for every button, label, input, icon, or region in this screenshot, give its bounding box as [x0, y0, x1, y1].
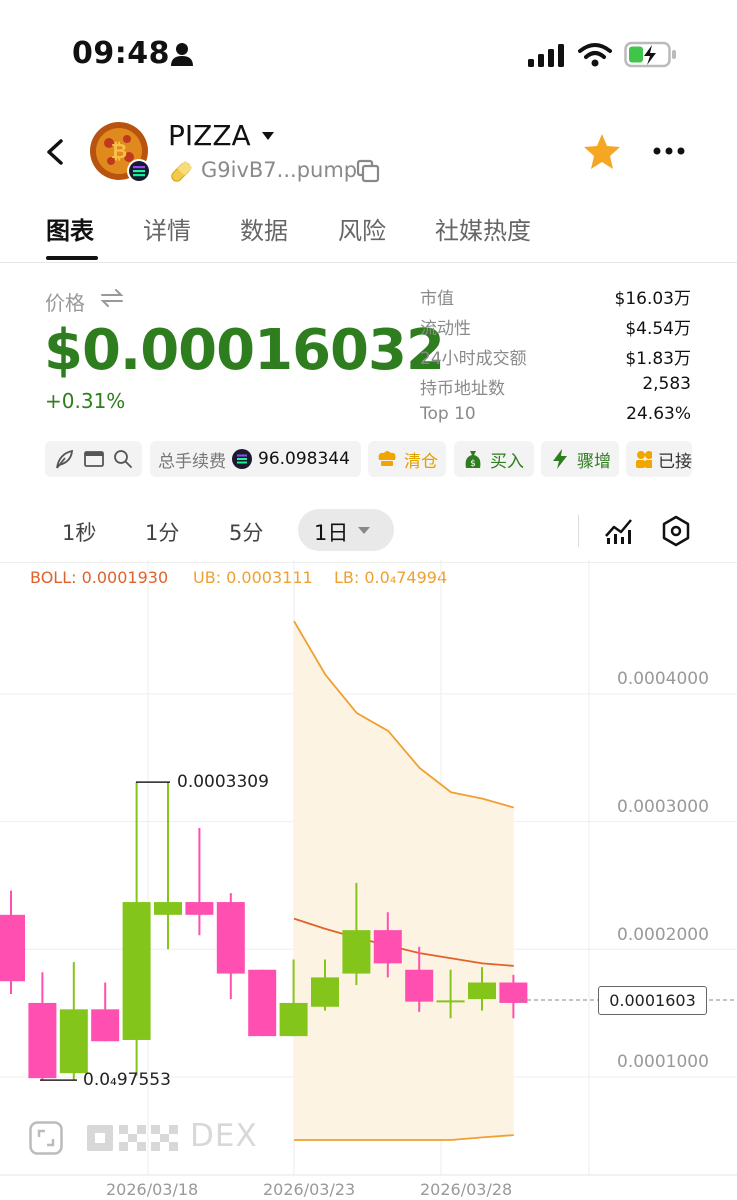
tab-risk[interactable]: 风险	[338, 211, 386, 246]
interval-1m[interactable]: 1分	[145, 517, 179, 547]
status-time: 09:48	[72, 36, 170, 71]
copy-icon[interactable]	[356, 159, 380, 183]
candle-body	[279, 1002, 308, 1037]
fullscreen-icon[interactable]	[29, 1121, 63, 1155]
stat-value-top10: 24.63%	[626, 404, 691, 424]
swap-arrows-icon[interactable]	[100, 288, 124, 308]
interval-1d[interactable]: 1日	[314, 517, 348, 547]
back-chevron-icon[interactable]	[44, 138, 66, 166]
candle-body	[216, 902, 245, 974]
stat-value-market-cap: $16.03万	[614, 289, 691, 309]
price-value: $0.00016032	[44, 318, 445, 383]
candle-body	[91, 1009, 120, 1042]
price-change: +0.31%	[45, 389, 126, 413]
low-label: 0.0₄97553	[83, 1070, 171, 1090]
stat-value-liquidity: $4.54万	[625, 319, 691, 339]
candle-body	[468, 982, 496, 1000]
stat-label-top10: Top 10	[420, 404, 476, 424]
candle-body	[185, 902, 214, 915]
surge-label: 骤增	[577, 451, 611, 472]
tabs-divider	[0, 262, 737, 263]
star-icon[interactable]	[582, 132, 622, 170]
feather-icon[interactable]	[53, 448, 75, 470]
stat-value-holders: 2,583	[642, 374, 691, 394]
buy-label: 买入	[490, 451, 524, 472]
stat-value-volume-24h: $1.83万	[625, 349, 691, 369]
candle-body	[154, 902, 182, 915]
clear-position-label: 清仓	[404, 451, 438, 472]
tool-chip[interactable]	[45, 441, 142, 477]
price-label: 价格	[45, 291, 85, 315]
candle-body	[342, 930, 371, 974]
candle-body	[28, 1002, 57, 1079]
y-tick-label: 0.0004000	[617, 669, 709, 689]
x-tick-label: 2026/03/23	[263, 1180, 356, 1199]
more-options-icon[interactable]	[652, 146, 688, 156]
tab-data[interactable]: 数据	[240, 211, 288, 246]
candlestick-chart[interactable]	[0, 560, 737, 1200]
okx-logo-icon	[87, 1125, 178, 1151]
browser-icon[interactable]	[83, 450, 105, 468]
tab-details[interactable]: 详情	[143, 211, 191, 246]
money-bag-icon: $	[465, 451, 481, 469]
y-tick-label: 0.0002000	[617, 925, 709, 945]
stat-label-holders: 持币地址数	[420, 379, 505, 399]
surge-button[interactable]: 骤增	[541, 441, 619, 477]
candle-body	[122, 902, 151, 1040]
x-tick-label: 2026/03/28	[420, 1180, 513, 1199]
partial-label: 已接	[658, 451, 692, 472]
tab-underline	[46, 256, 98, 260]
total-fee-chip[interactable]: 总手续费 96.098344	[150, 441, 361, 477]
svg-text:₿: ₿	[111, 139, 127, 163]
candle-body	[311, 977, 339, 1007]
cellular-signal-icon	[528, 44, 564, 67]
users-icon	[636, 451, 652, 468]
current-price-tag: 0.0001603	[598, 986, 707, 1015]
candle-body	[436, 1000, 465, 1003]
battery-charging-icon	[624, 41, 676, 68]
interval-1s[interactable]: 1秒	[62, 517, 96, 547]
chef-hat-icon	[378, 451, 396, 466]
partial-chip[interactable]: 已接	[626, 441, 692, 477]
candle-body	[373, 930, 402, 964]
current-price-label: 0.0001603	[609, 991, 696, 1010]
token-address: G9ivB7...pump	[201, 158, 358, 182]
clear-position-button[interactable]: 清仓	[368, 441, 446, 477]
token-name[interactable]: PIZZA	[168, 119, 251, 152]
candle-body	[248, 969, 277, 1037]
caret-down-icon[interactable]	[261, 131, 275, 141]
y-tick-label: 0.0001000	[617, 1052, 709, 1072]
svg-text:$: $	[470, 459, 476, 469]
tab-chart[interactable]: 图表	[46, 211, 94, 246]
watermark-dex: DEX	[190, 1118, 258, 1154]
token-avatar: ₿	[90, 122, 151, 183]
buy-button[interactable]: $ 买入	[454, 441, 534, 477]
high-label: 0.0003309	[177, 772, 269, 792]
candle-body	[405, 969, 434, 1002]
stat-label-liquidity: 流动性	[420, 319, 471, 339]
indicator-icon[interactable]	[603, 514, 635, 546]
solana-icon	[232, 449, 252, 469]
stat-label-market-cap: 市值	[420, 289, 454, 309]
total-fee-value: 96.098344	[258, 449, 350, 469]
person-icon	[171, 43, 193, 66]
interval-divider	[578, 515, 579, 547]
total-fee-label: 总手续费	[158, 451, 226, 472]
tab-social[interactable]: 社媒热度	[435, 211, 531, 246]
interval-5m[interactable]: 5分	[229, 517, 263, 547]
candle-body	[59, 1009, 88, 1074]
interval-caret-icon[interactable]	[357, 526, 371, 535]
x-tick-label: 2026/03/18	[106, 1180, 199, 1199]
search-icon[interactable]	[113, 449, 133, 469]
wifi-icon	[578, 43, 612, 67]
y-tick-label: 0.0003000	[617, 797, 709, 817]
boll-band-area	[294, 621, 514, 1140]
pill-icon	[171, 160, 193, 182]
settings-hexagon-icon[interactable]	[661, 515, 691, 547]
stat-label-volume-24h: 24小时成交额	[420, 349, 527, 369]
lightning-icon	[553, 449, 567, 469]
candle-body	[0, 914, 25, 982]
